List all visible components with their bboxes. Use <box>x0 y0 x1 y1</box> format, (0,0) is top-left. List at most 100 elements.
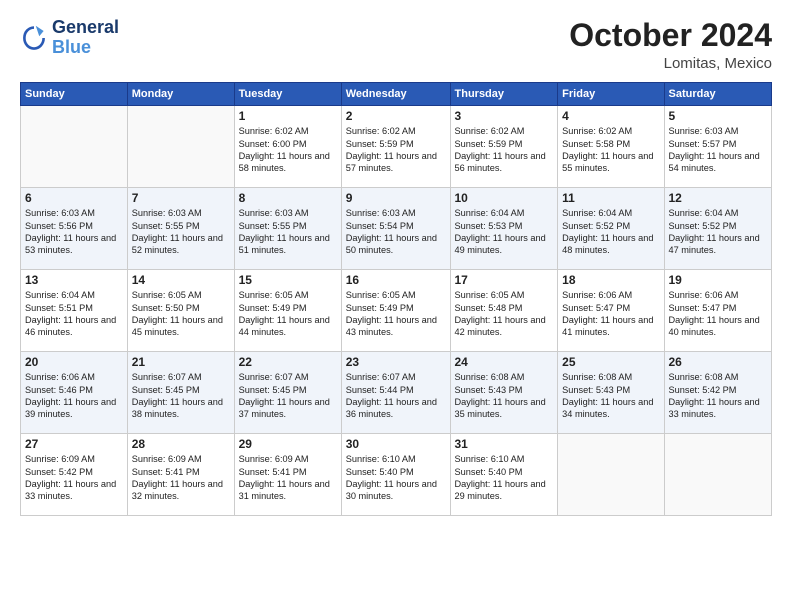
calendar-cell: 20 Sunrise: 6:06 AM Sunset: 5:46 PM Dayli… <box>21 352 128 434</box>
calendar-cell: 7 Sunrise: 6:03 AM Sunset: 5:55 PM Daylig… <box>127 188 234 270</box>
location: Lomitas, Mexico <box>569 55 772 72</box>
calendar-cell: 11 Sunrise: 6:04 AM Sunset: 5:52 PM Dayli… <box>558 188 664 270</box>
calendar-cell: 30 Sunrise: 6:10 AM Sunset: 5:40 PM Dayli… <box>341 434 450 516</box>
day-info: Sunrise: 6:02 AM Sunset: 5:59 PM Dayligh… <box>346 125 446 175</box>
day-number: 14 <box>132 273 230 287</box>
day-number: 5 <box>669 109 768 123</box>
calendar-cell <box>664 434 772 516</box>
day-number: 7 <box>132 191 230 205</box>
calendar-cell: 6Sunrise: 6:03 AM Sunset: 5:56 PM Daylig… <box>21 188 128 270</box>
day-info: Sunrise: 6:07 AM Sunset: 5:44 PM Dayligh… <box>346 371 446 421</box>
day-of-week-header: Friday <box>558 83 664 106</box>
day-info: Sunrise: 6:10 AM Sunset: 5:40 PM Dayligh… <box>346 453 446 503</box>
calendar-cell <box>127 106 234 188</box>
day-number: 17 <box>455 273 554 287</box>
day-info: Sunrise: 6:04 AM Sunset: 5:52 PM Dayligh… <box>669 207 768 257</box>
calendar-cell: 29Sunrise: 6:09 AM Sunset: 5:41 PM Dayli… <box>234 434 341 516</box>
day-number: 3 <box>455 109 554 123</box>
day-number: 8 <box>239 191 337 205</box>
day-info: Sunrise: 6:06 AM Sunset: 5:47 PM Dayligh… <box>562 289 659 339</box>
calendar-cell: 28 Sunrise: 6:09 AM Sunset: 5:41 PM Dayli… <box>127 434 234 516</box>
calendar-cell: 5 Sunrise: 6:03 AM Sunset: 5:57 PM Daylig… <box>664 106 772 188</box>
day-info: Sunrise: 6:04 AM Sunset: 5:52 PM Dayligh… <box>562 207 659 257</box>
day-number: 31 <box>455 437 554 451</box>
day-number: 23 <box>346 355 446 369</box>
day-number: 12 <box>669 191 768 205</box>
logo: General Blue <box>20 18 119 58</box>
day-of-week-header: Thursday <box>450 83 558 106</box>
day-info: Sunrise: 6:03 AM Sunset: 5:57 PM Dayligh… <box>669 125 768 175</box>
day-number: 21 <box>132 355 230 369</box>
day-number: 10 <box>455 191 554 205</box>
month-title: October 2024 <box>569 18 772 53</box>
calendar-cell: 25Sunrise: 6:08 AM Sunset: 5:43 PM Dayli… <box>558 352 664 434</box>
day-info: Sunrise: 6:05 AM Sunset: 5:48 PM Dayligh… <box>455 289 554 339</box>
calendar-week-row: 13Sunrise: 6:04 AM Sunset: 5:51 PM Dayli… <box>21 270 772 352</box>
calendar-cell: 19 Sunrise: 6:06 AM Sunset: 5:47 PM Dayli… <box>664 270 772 352</box>
day-of-week-header: Monday <box>127 83 234 106</box>
calendar-cell: 26 Sunrise: 6:08 AM Sunset: 5:42 PM Dayli… <box>664 352 772 434</box>
day-info: Sunrise: 6:09 AM Sunset: 5:42 PM Dayligh… <box>25 453 123 503</box>
day-info: Sunrise: 6:04 AM Sunset: 5:51 PM Dayligh… <box>25 289 123 339</box>
calendar-cell: 12 Sunrise: 6:04 AM Sunset: 5:52 PM Dayli… <box>664 188 772 270</box>
day-info: Sunrise: 6:07 AM Sunset: 5:45 PM Dayligh… <box>132 371 230 421</box>
day-info: Sunrise: 6:03 AM Sunset: 5:55 PM Dayligh… <box>132 207 230 257</box>
day-number: 1 <box>239 109 337 123</box>
day-info: Sunrise: 6:06 AM Sunset: 5:46 PM Dayligh… <box>25 371 123 421</box>
day-info: Sunrise: 6:08 AM Sunset: 5:43 PM Dayligh… <box>562 371 659 421</box>
calendar-cell: 10 Sunrise: 6:04 AM Sunset: 5:53 PM Dayli… <box>450 188 558 270</box>
calendar-week-row: 20 Sunrise: 6:06 AM Sunset: 5:46 PM Dayli… <box>21 352 772 434</box>
calendar-week-row: 6Sunrise: 6:03 AM Sunset: 5:56 PM Daylig… <box>21 188 772 270</box>
day-number: 20 <box>25 355 123 369</box>
day-info: Sunrise: 6:02 AM Sunset: 5:58 PM Dayligh… <box>562 125 659 175</box>
day-number: 28 <box>132 437 230 451</box>
calendar-cell: 17 Sunrise: 6:05 AM Sunset: 5:48 PM Dayli… <box>450 270 558 352</box>
day-info: Sunrise: 6:08 AM Sunset: 5:42 PM Dayligh… <box>669 371 768 421</box>
day-number: 4 <box>562 109 659 123</box>
day-info: Sunrise: 6:05 AM Sunset: 5:49 PM Dayligh… <box>346 289 446 339</box>
calendar-cell: 1Sunrise: 6:02 AM Sunset: 6:00 PM Daylig… <box>234 106 341 188</box>
day-info: Sunrise: 6:09 AM Sunset: 5:41 PM Dayligh… <box>239 453 337 503</box>
calendar-header-row: SundayMondayTuesdayWednesdayThursdayFrid… <box>21 83 772 106</box>
day-number: 19 <box>669 273 768 287</box>
calendar-cell: 14 Sunrise: 6:05 AM Sunset: 5:50 PM Dayli… <box>127 270 234 352</box>
calendar-cell: 31 Sunrise: 6:10 AM Sunset: 5:40 PM Dayli… <box>450 434 558 516</box>
calendar-cell: 27 Sunrise: 6:09 AM Sunset: 5:42 PM Dayli… <box>21 434 128 516</box>
day-info: Sunrise: 6:02 AM Sunset: 5:59 PM Dayligh… <box>455 125 554 175</box>
day-number: 27 <box>25 437 123 451</box>
day-info: Sunrise: 6:05 AM Sunset: 5:50 PM Dayligh… <box>132 289 230 339</box>
day-of-week-header: Tuesday <box>234 83 341 106</box>
day-number: 26 <box>669 355 768 369</box>
day-number: 11 <box>562 191 659 205</box>
day-info: Sunrise: 6:09 AM Sunset: 5:41 PM Dayligh… <box>132 453 230 503</box>
calendar-cell: 24 Sunrise: 6:08 AM Sunset: 5:43 PM Dayli… <box>450 352 558 434</box>
calendar-cell: 8 Sunrise: 6:03 AM Sunset: 5:55 PM Daylig… <box>234 188 341 270</box>
day-of-week-header: Wednesday <box>341 83 450 106</box>
day-info: Sunrise: 6:07 AM Sunset: 5:45 PM Dayligh… <box>239 371 337 421</box>
day-info: Sunrise: 6:04 AM Sunset: 5:53 PM Dayligh… <box>455 207 554 257</box>
day-number: 24 <box>455 355 554 369</box>
day-info: Sunrise: 6:03 AM Sunset: 5:55 PM Dayligh… <box>239 207 337 257</box>
header: General Blue October 2024 Lomitas, Mexic… <box>20 18 772 72</box>
calendar-week-row: 1Sunrise: 6:02 AM Sunset: 6:00 PM Daylig… <box>21 106 772 188</box>
day-of-week-header: Sunday <box>21 83 128 106</box>
day-info: Sunrise: 6:08 AM Sunset: 5:43 PM Dayligh… <box>455 371 554 421</box>
calendar-cell: 4 Sunrise: 6:02 AM Sunset: 5:58 PM Daylig… <box>558 106 664 188</box>
calendar-cell: 3 Sunrise: 6:02 AM Sunset: 5:59 PM Daylig… <box>450 106 558 188</box>
day-number: 18 <box>562 273 659 287</box>
calendar-week-row: 27 Sunrise: 6:09 AM Sunset: 5:42 PM Dayli… <box>21 434 772 516</box>
calendar-cell: 2Sunrise: 6:02 AM Sunset: 5:59 PM Daylig… <box>341 106 450 188</box>
day-number: 30 <box>346 437 446 451</box>
day-info: Sunrise: 6:10 AM Sunset: 5:40 PM Dayligh… <box>455 453 554 503</box>
day-info: Sunrise: 6:06 AM Sunset: 5:47 PM Dayligh… <box>669 289 768 339</box>
calendar-cell: 23 Sunrise: 6:07 AM Sunset: 5:44 PM Dayli… <box>341 352 450 434</box>
day-info: Sunrise: 6:03 AM Sunset: 5:56 PM Dayligh… <box>25 207 123 257</box>
calendar-cell: 22Sunrise: 6:07 AM Sunset: 5:45 PM Dayli… <box>234 352 341 434</box>
day-number: 9 <box>346 191 446 205</box>
calendar-cell: 13Sunrise: 6:04 AM Sunset: 5:51 PM Dayli… <box>21 270 128 352</box>
calendar-cell: 15Sunrise: 6:05 AM Sunset: 5:49 PM Dayli… <box>234 270 341 352</box>
calendar-cell: 9Sunrise: 6:03 AM Sunset: 5:54 PM Daylig… <box>341 188 450 270</box>
logo-icon <box>20 24 48 52</box>
calendar-cell <box>558 434 664 516</box>
day-of-week-header: Saturday <box>664 83 772 106</box>
